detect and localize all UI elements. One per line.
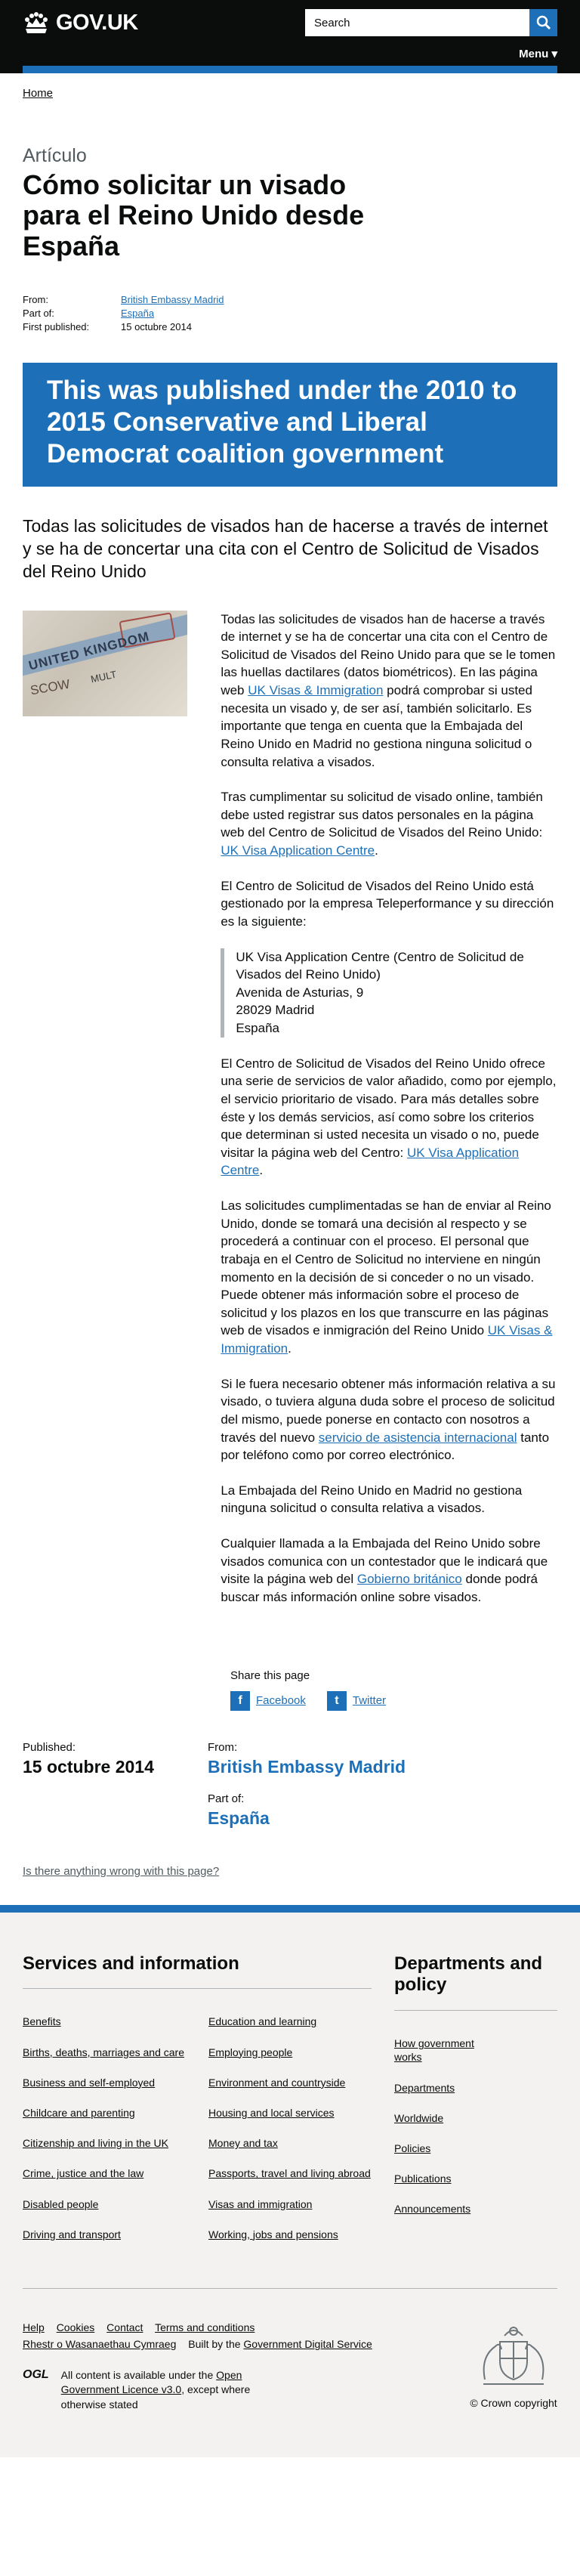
report-problem-link[interactable]: Is there anything wrong with this page? — [23, 1865, 219, 1878]
services-list-2: Education and learning Employing people … — [208, 2015, 394, 2258]
footer-link[interactable]: Publications — [394, 2172, 452, 2185]
footer-meta-links: Help Cookies Contact Terms and condition… — [23, 2319, 381, 2353]
partof-label: Part of: — [208, 1792, 245, 1805]
footer-link[interactable]: Births, deaths, marriages and care — [23, 2046, 184, 2058]
gds-link[interactable]: Government Digital Service — [243, 2338, 372, 2350]
ogl-logo: OGL — [23, 2367, 49, 2381]
footer-link[interactable]: Citizenship and living in the UK — [23, 2137, 168, 2149]
search-input[interactable] — [305, 9, 529, 36]
welsh-services-link[interactable]: Rhestr o Wasanaethau Cymraeg — [23, 2338, 176, 2350]
paragraph: Todas las solicitudes de visados han de … — [221, 611, 556, 769]
footer-link[interactable]: Driving and transport — [23, 2228, 121, 2240]
services-list-1: Benefits Births, deaths, marriages and c… — [23, 2015, 208, 2258]
lede-summary: Todas las solicitudes de visados han de … — [23, 515, 548, 581]
share-title: Share this page — [230, 1668, 310, 1682]
site-header: GOV.UK Menu ▾ — [0, 0, 580, 73]
paragraph: La Embajada del Reino Unido en Madrid no… — [221, 1483, 523, 1516]
footer-link[interactable]: Environment and countryside — [208, 2077, 345, 2089]
site-footer: Services and information Benefits Births… — [0, 1904, 580, 2458]
logo-text: GOV.UK — [56, 10, 138, 35]
meta-published-label: First published: — [23, 320, 90, 332]
breadcrumb: Home — [23, 87, 557, 100]
footer-link[interactable]: Passports, travel and living abroad — [208, 2167, 371, 2179]
article-body: Todas las solicitudes de visados han de … — [221, 611, 557, 1624]
footer-link[interactable]: Working, jobs and pensions — [208, 2228, 338, 2240]
search-button[interactable] — [529, 9, 557, 36]
footer-link[interactable]: Housing and local services — [208, 2107, 335, 2119]
royal-coat-of-arms-icon — [483, 2326, 545, 2385]
main-content: Home Artículo Cómo solicitar un visado p… — [0, 87, 580, 1878]
footer-link[interactable]: Benefits — [23, 2015, 61, 2027]
paragraph: El Centro de Solicitud de Visados del Re… — [221, 1056, 557, 1178]
footer-link[interactable]: Disabled people — [23, 2198, 98, 2210]
page-title: Cómo solicitar un visado para el Reino U… — [23, 169, 365, 261]
twitter-icon: t — [326, 1690, 347, 1711]
services-heading: Services and information — [23, 1953, 372, 1990]
meta-partof-label: Part of: — [23, 307, 54, 319]
departments-heading: Departments and policy — [394, 1953, 557, 2012]
footer-link[interactable]: Business and self-employed — [23, 2077, 155, 2089]
metadata: From: British Embassy Madrid Part of: Es… — [23, 293, 557, 334]
breadcrumb-home[interactable]: Home — [23, 87, 53, 100]
international-assistance-link[interactable]: servicio de asistencia internacional — [319, 1430, 517, 1445]
meta-from-link[interactable]: British Embassy Madrid — [121, 293, 224, 307]
crown-copyright-link[interactable]: © Crown copyright — [470, 2397, 557, 2409]
footer-link[interactable]: Worldwide — [394, 2112, 443, 2124]
footer-link[interactable]: How government works — [394, 2037, 474, 2063]
crown-icon — [25, 12, 48, 33]
image-text-2: MULT — [89, 668, 118, 685]
departments-list: How government works Departments Worldwi… — [394, 2036, 485, 2216]
help-link[interactable]: Help — [23, 2321, 45, 2333]
facebook-icon: f — [230, 1690, 250, 1711]
footer-link[interactable]: Money and tax — [208, 2137, 278, 2149]
paragraph: Si le fuera necesario obtener más inform… — [221, 1376, 556, 1463]
paragraph: Las solicitudes cumplimentadas se han de… — [221, 1198, 553, 1356]
footer-link[interactable]: Policies — [394, 2142, 430, 2154]
published-date: 15 octubre 2014 — [23, 1756, 154, 1777]
cookies-link[interactable]: Cookies — [57, 2321, 95, 2333]
passport-visa-image: UNITED KINGDOM MULT SCOW — [23, 610, 187, 716]
footer-link[interactable]: Education and learning — [208, 2015, 316, 2027]
govuk-logo[interactable]: GOV.UK — [23, 11, 138, 36]
footer-link[interactable]: Announcements — [394, 2203, 470, 2215]
publication-info: Published: 15 octubre 2014 From: British… — [23, 1741, 557, 1829]
organisation-link[interactable]: British Embassy Madrid — [208, 1757, 406, 1777]
address-block: UK Visa Application Centre (Centro de So… — [221, 948, 557, 1038]
built-by-text: Built by the Government Digital Service — [188, 2338, 372, 2351]
terms-link[interactable]: Terms and conditions — [155, 2321, 255, 2333]
uk-visas-immigration-link[interactable]: UK Visas & Immigration — [248, 683, 383, 697]
footer-link[interactable]: Childcare and parenting — [23, 2107, 135, 2119]
footer-link[interactable]: Visas and immigration — [208, 2198, 312, 2210]
paragraph: Cualquier llamada a la Embajada del Rein… — [221, 1536, 548, 1604]
share-facebook-link[interactable]: f Facebook — [230, 1690, 306, 1711]
share-twitter-link[interactable]: t Twitter — [326, 1690, 386, 1711]
meta-from-label: From: — [23, 293, 48, 305]
search-icon — [536, 15, 551, 30]
report-problem: Is there anything wrong with this page? — [23, 1865, 557, 1878]
image-text-3: SCOW — [29, 676, 72, 698]
history-banner: This was published under the 2010 to 201… — [23, 362, 557, 487]
published-label: Published: — [23, 1740, 76, 1754]
footer-link[interactable]: Departments — [394, 2082, 455, 2094]
visa-application-centre-link[interactable]: UK Visa Application Centre — [221, 843, 375, 858]
share-section: Share this page f Facebook t Twitter — [230, 1669, 557, 1711]
licence-text: All content is available under the Open … — [60, 2368, 251, 2411]
from-label: From: — [208, 1740, 238, 1754]
partof-link[interactable]: España — [208, 1808, 406, 1829]
paragraph: El Centro de Solicitud de Visados del Re… — [221, 878, 554, 929]
footer-link[interactable]: Employing people — [208, 2046, 292, 2058]
header-blue-bar — [23, 66, 557, 73]
footer-link[interactable]: Crime, justice and the law — [23, 2167, 143, 2179]
document-type: Artículo — [23, 145, 87, 166]
paragraph: Tras cumplimentar su solicitud de visado… — [221, 790, 543, 858]
contact-link[interactable]: Contact — [106, 2321, 143, 2333]
meta-published-value: 15 octubre 2014 — [121, 320, 192, 332]
search-form — [305, 9, 557, 36]
menu-button[interactable]: Menu ▾ — [519, 45, 557, 62]
gobierno-britanico-link[interactable]: Gobierno británico — [357, 1572, 462, 1586]
meta-partof-link[interactable]: España — [121, 307, 154, 320]
